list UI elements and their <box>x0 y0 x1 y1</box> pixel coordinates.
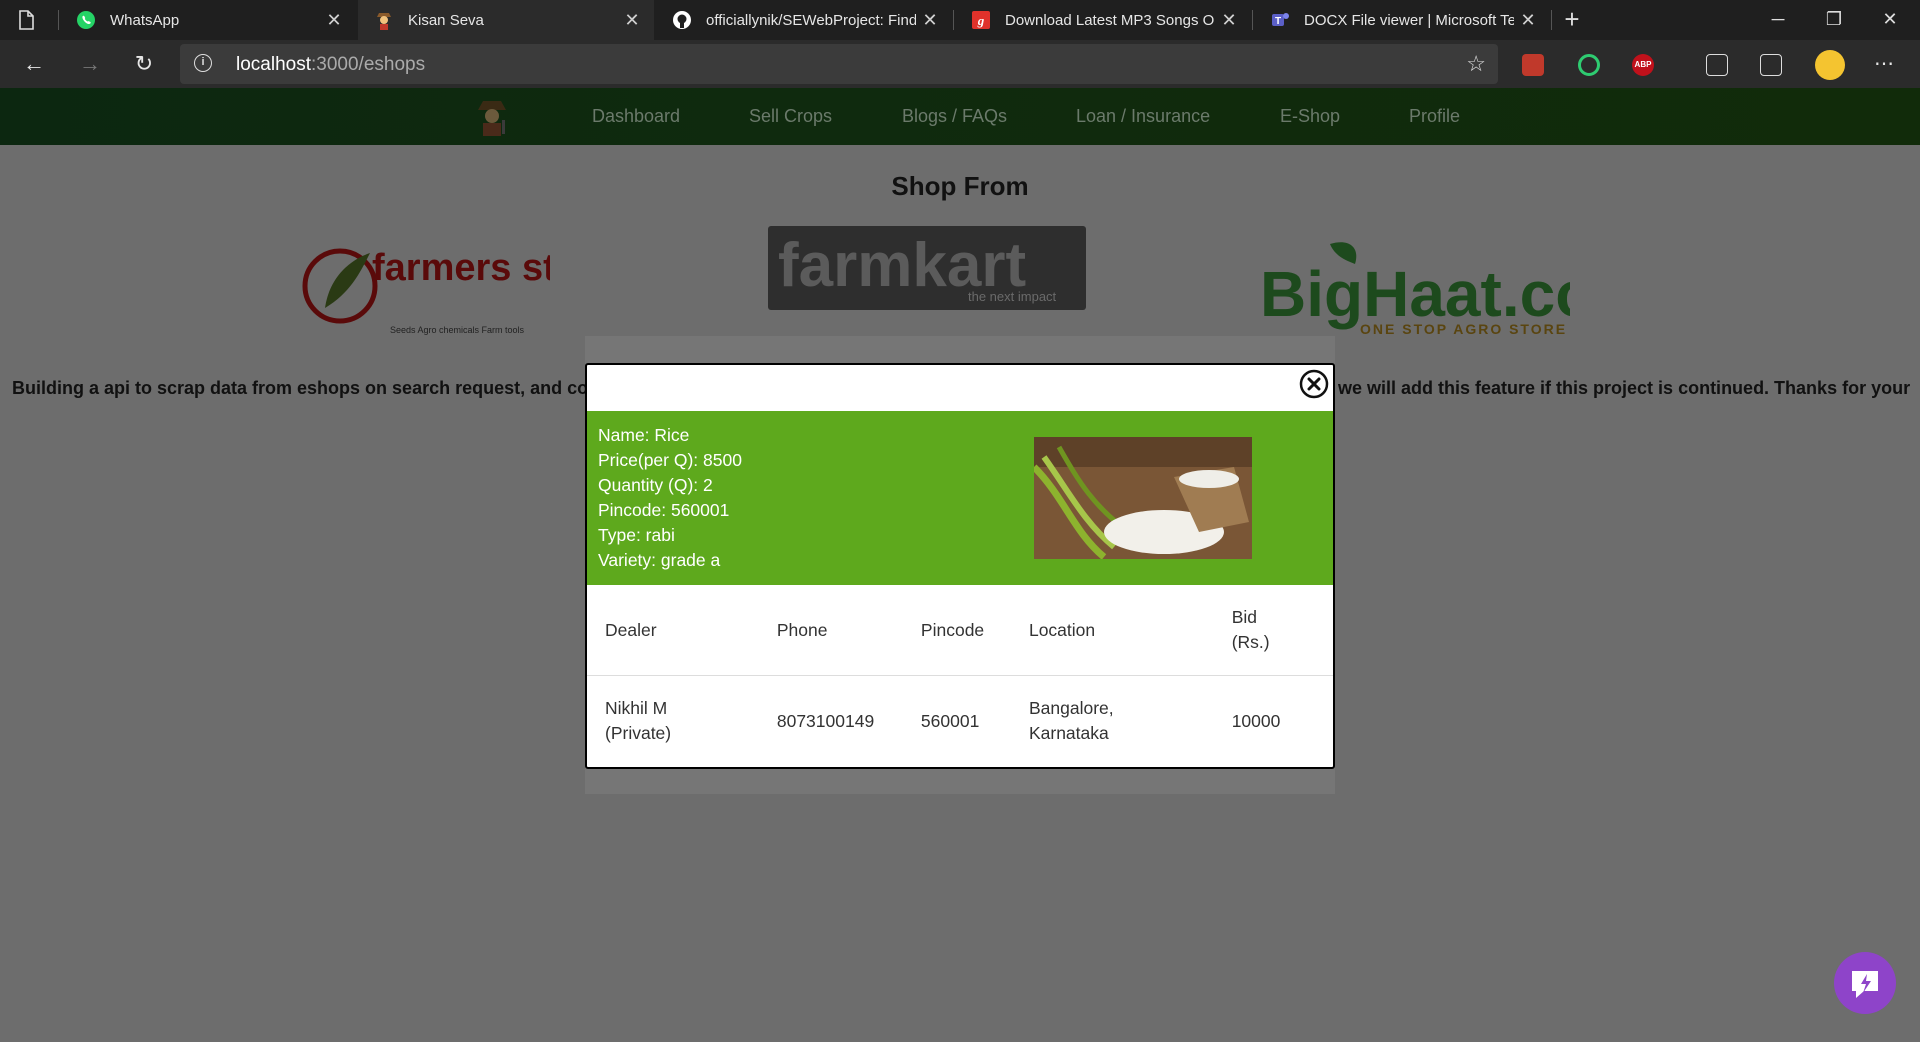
nav-e-shop[interactable]: E-Shop <box>1280 106 1340 127</box>
bid-cell: 10000 <box>1231 710 1281 731</box>
table-header-row: Dealer Phone Pincode Location Bid (Rs.) <box>587 585 1333 676</box>
teams-icon: T <box>1270 10 1290 30</box>
page-title: Shop From <box>891 171 1029 201</box>
column-header: Phone <box>758 585 903 676</box>
tab-music[interactable]: g Download Latest MP3 Songs On ✕ <box>955 0 1251 40</box>
close-tab-icon[interactable]: ✕ <box>320 10 348 31</box>
refresh-button[interactable]: ↻ <box>128 48 160 80</box>
location-cell: Bangalore, Karnataka <box>1028 698 1114 743</box>
tab-title: Kisan Seva <box>408 11 484 29</box>
close-modal-icon[interactable] <box>1299 369 1329 399</box>
close-tab-icon[interactable]: ✕ <box>916 10 944 31</box>
screenshot-icon[interactable] <box>1760 54 1782 76</box>
close-tab-icon[interactable]: ✕ <box>1215 10 1243 31</box>
phone-cell: 8073100149 <box>776 710 875 731</box>
crop-variety: Variety: grade a <box>598 550 721 570</box>
nav-loan-insurance[interactable]: Loan / Insurance <box>1076 106 1210 127</box>
site-navbar: Dashboard Sell Crops Blogs / FAQs Loan /… <box>0 88 1920 145</box>
collections-icon[interactable] <box>1706 54 1728 76</box>
crop-price: Price(per Q): 8500 <box>598 450 742 470</box>
crop-bids-modal: Name: Rice Price(per Q): 8500 Quantity (… <box>585 363 1335 769</box>
back-button[interactable]: ← <box>18 48 50 80</box>
tab-title: DOCX File viewer | Microsoft Tea <box>1304 11 1514 29</box>
dealer-cell: Nikhil M (Private) <box>605 698 672 743</box>
nav-dashboard[interactable]: Dashboard <box>592 106 680 127</box>
chat-bolt-icon <box>1852 971 1878 998</box>
nav-sell-crops[interactable]: Sell Crops <box>749 106 832 127</box>
url-bar[interactable]: i localhost:3000/eshops ☆ <box>180 44 1498 84</box>
crop-pincode: Pincode: 560001 <box>598 500 730 520</box>
column-header: Pincode <box>902 585 1011 676</box>
crop-type: Type: rabi <box>598 525 675 545</box>
svg-text:ONE STOP AGRO STORE: ONE STOP AGRO STORE <box>1360 321 1567 337</box>
site-info-icon[interactable]: i <box>194 54 212 72</box>
svg-text:Seeds Agro chemicals Farm tool: Seeds Agro chemicals Farm tools <box>390 325 525 335</box>
tab-title: Download Latest MP3 Songs On <box>1005 11 1215 29</box>
crop-info-panel: Name: Rice Price(per Q): 8500 Quantity (… <box>587 411 1333 585</box>
tab-whatsapp[interactable]: WhatsApp ✕ <box>60 0 356 40</box>
address-toolbar: ← → ↻ i localhost:3000/eshops ☆ ABP ⋯ <box>0 40 1920 88</box>
chat-support-button[interactable] <box>1834 952 1896 1014</box>
svg-text:g: g <box>977 13 985 28</box>
svg-text:T: T <box>1275 16 1281 27</box>
tab-blank[interactable] <box>0 0 56 40</box>
forward-button[interactable]: → <box>74 48 106 80</box>
page-content: Dashboard Sell Crops Blogs / FAQs Loan /… <box>0 88 1920 1042</box>
more-menu-icon[interactable]: ⋯ <box>1868 48 1900 80</box>
rice-crop-image <box>1034 437 1252 559</box>
crop-details: Name: Rice Price(per Q): 8500 Quantity (… <box>598 423 742 573</box>
farmkart-logo[interactable]: farmkart the next impact <box>768 226 1086 310</box>
close-tab-icon[interactable]: ✕ <box>1514 10 1542 31</box>
profile-avatar-icon[interactable] <box>1815 50 1845 80</box>
column-header: Location <box>1010 585 1214 676</box>
farmer-icon <box>374 10 394 30</box>
tab-github[interactable]: officiallynik/SEWebProject: Find ✕ <box>656 0 952 40</box>
tab-kisan-seva[interactable]: Kisan Seva ✕ <box>358 0 654 40</box>
nav-blogs-faqs[interactable]: Blogs / FAQs <box>902 106 1007 127</box>
table-row: Nikhil M (Private) 8073100149 560001 Ban… <box>587 676 1333 767</box>
whatsapp-icon <box>76 10 96 30</box>
tab-title: WhatsApp <box>110 11 180 29</box>
farmers-stop-logo[interactable]: farmers stop Seeds Agro chemicals Farm t… <box>300 238 550 338</box>
tab-title: officiallynik/SEWebProject: Find <box>706 11 916 29</box>
close-tab-icon[interactable]: ✕ <box>618 10 646 31</box>
adblock-icon[interactable]: ABP <box>1632 54 1654 76</box>
restore-button[interactable]: ❐ <box>1806 0 1862 40</box>
crop-name: Name: Rice <box>598 425 690 445</box>
nav-profile[interactable]: Profile <box>1409 106 1460 127</box>
close-window-button[interactable]: ✕ <box>1862 0 1918 40</box>
svg-text:the next impact: the next impact <box>968 289 1057 304</box>
minimize-button[interactable]: ─ <box>1750 0 1806 40</box>
favorite-star-icon[interactable]: ☆ <box>1466 51 1486 77</box>
svg-text:farmers stop: farmers stop <box>372 247 550 289</box>
bighaat-logo[interactable]: BigHaat.com ONE STOP AGRO STORE <box>1260 238 1570 338</box>
svg-text:BigHaat.com: BigHaat.com <box>1260 258 1570 330</box>
extension-icon[interactable] <box>1522 54 1544 76</box>
feature-notice-text-right: we will add this feature if this project… <box>1338 378 1911 398</box>
tab-teams[interactable]: T DOCX File viewer | Microsoft Tea ✕ <box>1254 0 1550 40</box>
url-text: localhost:3000/eshops <box>236 54 426 75</box>
column-header: Bid (Rs.) <box>1213 585 1333 676</box>
bids-table: Dealer Phone Pincode Location Bid (Rs.) … <box>587 585 1333 766</box>
pincode-cell: 560001 <box>920 710 980 731</box>
new-tab-button[interactable]: + <box>1560 0 1584 40</box>
site-logo-icon[interactable] <box>472 98 512 136</box>
github-icon <box>672 10 692 30</box>
browser-tab-bar: WhatsApp ✕ Kisan Seva ✕ officiallynik/SE… <box>0 0 1920 40</box>
column-header: Dealer <box>587 585 759 676</box>
crop-quantity: Quantity (Q): 2 <box>598 475 713 495</box>
music-site-icon: g <box>971 10 991 30</box>
extension-target-icon[interactable] <box>1578 54 1600 76</box>
blank-page-icon <box>16 10 36 30</box>
